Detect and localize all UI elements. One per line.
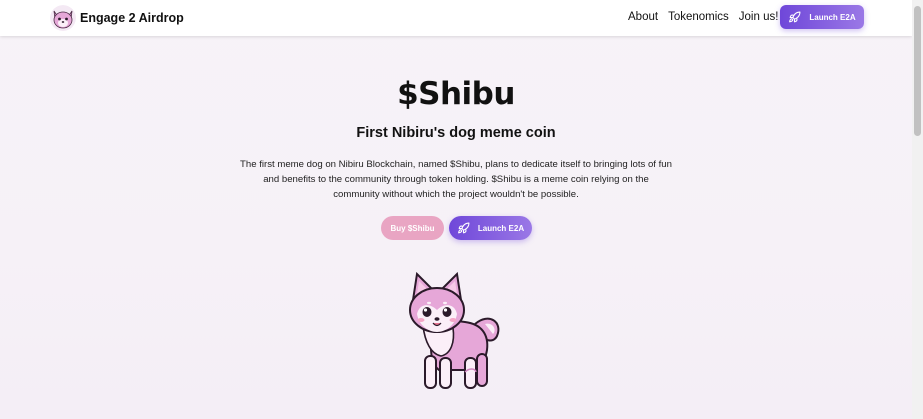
- hero-subtitle: First Nibiru's dog meme coin: [356, 125, 556, 141]
- hero-launch-button[interactable]: Launch E2A: [449, 216, 532, 240]
- page-title: $Shibu: [397, 76, 515, 112]
- rocket-icon: [457, 222, 470, 233]
- brand-name: Engage 2 Airdrop: [80, 11, 184, 25]
- nav-link-tokenomics[interactable]: Tokenomics: [668, 11, 729, 23]
- brand[interactable]: Engage 2 Airdrop: [50, 5, 184, 31]
- nav-launch-button[interactable]: Launch E2A: [780, 5, 864, 29]
- shiba-logo-icon: [50, 5, 76, 31]
- nav-launch-label: Launch E2A: [809, 12, 856, 22]
- cta-row: Buy $Shibu Launch E2A: [381, 216, 532, 240]
- nav-link-about[interactable]: About: [628, 11, 658, 23]
- buy-shibu-button[interactable]: Buy $Shibu: [381, 216, 444, 240]
- rocket-icon: [789, 11, 801, 22]
- hero-launch-label: Launch E2A: [477, 223, 525, 233]
- scrollbar[interactable]: [912, 0, 923, 419]
- top-navbar: Engage 2 Airdrop About Tokenomics Join u…: [0, 0, 912, 36]
- nav-link-join-us[interactable]: Join us!: [739, 11, 779, 23]
- shiba-mascot-illustration: [405, 271, 503, 396]
- hero-description: The first meme dog on Nibiru Blockchain,…: [240, 159, 672, 200]
- nav-links: About Tokenomics Join us!: [628, 11, 788, 23]
- scrollbar-thumb[interactable]: [914, 6, 921, 136]
